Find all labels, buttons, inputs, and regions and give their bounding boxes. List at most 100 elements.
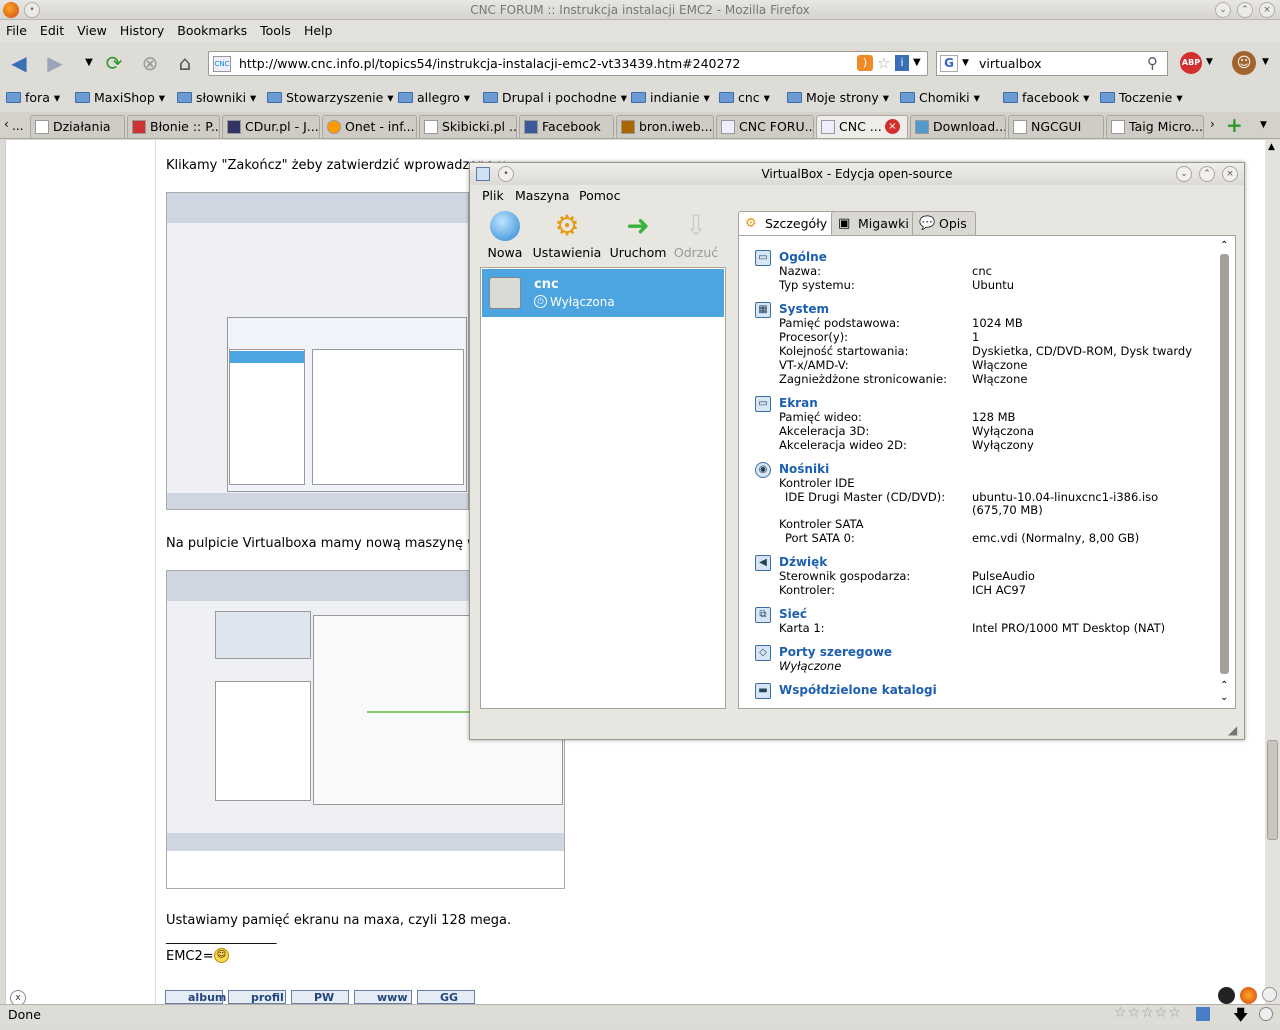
tab-snapshots[interactable]: ▣ Migawki [831, 211, 918, 235]
section-audio[interactable]: Dźwięk [779, 555, 827, 569]
google-icon[interactable]: G [940, 55, 958, 72]
details-scroll-down-icon[interactable]: ⌃ [1220, 680, 1228, 691]
menu-view[interactable]: View [71, 20, 114, 38]
section-serial[interactable]: Porty szeregowe [779, 645, 892, 659]
tab-4[interactable]: Onet - inf... [322, 115, 417, 138]
greasemonkey-dropdown-icon[interactable]: ▼ [1262, 57, 1269, 67]
screenshot-thumbnail-1[interactable] [166, 192, 469, 510]
profile-button[interactable]: profil [228, 990, 286, 1004]
tab-list-icon[interactable]: ▼ [1260, 120, 1267, 130]
pm-button[interactable]: PW [291, 990, 349, 1004]
scrollbar-thumb[interactable] [1267, 740, 1278, 840]
url-dropdown-icon[interactable]: ▼ [913, 57, 921, 68]
menu-bookmarks[interactable]: Bookmarks [171, 20, 254, 38]
bookmark-folder-allegro[interactable]: allegro ▾ [398, 90, 470, 105]
vbox-close-button[interactable]: × [1222, 166, 1238, 182]
tab-6[interactable]: Facebook [519, 115, 614, 138]
search-bar[interactable]: G ▼ virtualbox ⚲ [936, 51, 1168, 76]
tab-7[interactable]: bron.iweb.... [616, 115, 714, 138]
rss-icon[interactable]: ) [857, 55, 873, 71]
virtualbox-window: • VirtualBox - Edycja open-source ⌄ ⌃ × … [469, 162, 1245, 740]
section-storage[interactable]: Nośniki [779, 462, 829, 476]
url-bar[interactable]: CNC http://www.cnc.info.pl/topics54/inst… [208, 51, 928, 76]
bookmark-folder-facebook[interactable]: facebook ▾ [1003, 90, 1089, 105]
signature-text: EMC2= [166, 949, 214, 964]
tab-scroll-right-icon[interactable]: › [1210, 117, 1215, 131]
page-scrollbar[interactable]: ▲ ▼ [1265, 140, 1280, 1004]
tab-active[interactable]: CNC ... × [816, 115, 908, 138]
star-icon[interactable]: ☆ [877, 54, 890, 72]
section-system[interactable]: System [779, 302, 829, 316]
maximize-button[interactable]: ⌃ [1237, 2, 1253, 18]
scroll-up-icon[interactable]: ▲ [1268, 142, 1275, 152]
vbox-menu-machine[interactable]: Maszyna [515, 188, 570, 203]
new-vm-button[interactable]: Nowa [470, 211, 540, 260]
search-icon[interactable]: ⚲ [1147, 54, 1158, 72]
tab-details[interactable]: ⚙ Szczegóły [738, 211, 837, 235]
vm-list[interactable]: cnc ⏻ Wyłączona [480, 267, 726, 709]
minimize-button[interactable]: ⌄ [1215, 2, 1231, 18]
info-icon[interactable]: i [895, 55, 909, 71]
tab-scroll-left-icon[interactable]: ‹ [4, 117, 9, 131]
search-input[interactable]: virtualbox [979, 56, 1042, 71]
tab-8[interactable]: CNC FORU... [716, 115, 814, 138]
www-button[interactable]: www [354, 990, 412, 1004]
bookmark-folder-maxishop[interactable]: MaxiShop ▾ [75, 90, 165, 105]
bookmark-folder-slowniki[interactable]: słowniki ▾ [177, 90, 256, 105]
adblock-dropdown-icon[interactable]: ▼ [1206, 57, 1213, 67]
bookmark-folder-stowarzyszenie[interactable]: Stowarzyszenie ▾ [267, 90, 394, 105]
section-shared-folders[interactable]: Współdzielone katalogi [779, 683, 937, 697]
tab-5[interactable]: Skibicki.pl ... [419, 115, 517, 138]
settings-button[interactable]: ⚙ Ustawienia [532, 211, 602, 261]
home-icon[interactable]: ⌂ [172, 50, 198, 76]
menu-edit[interactable]: Edit [34, 20, 71, 38]
download-arrow-icon[interactable]: 🡇 [1233, 1005, 1248, 1030]
bookmark-folder-drupal[interactable]: Drupal i pochodne ▾ [483, 90, 627, 105]
reload-icon[interactable]: ⟳ [101, 50, 127, 76]
bookmark-folder-toczenie[interactable]: Toczenie ▾ [1100, 90, 1183, 105]
menu-file[interactable]: File [0, 20, 34, 38]
forward-icon[interactable]: ▶ [42, 50, 68, 76]
close-button[interactable]: × [1259, 2, 1275, 18]
section-network[interactable]: Sieć [779, 607, 807, 621]
stop-icon[interactable]: ⊗ [137, 50, 163, 76]
section-general[interactable]: Ogólne [779, 250, 827, 264]
details-scrollbar-thumb[interactable] [1220, 254, 1229, 674]
details-scroll-down-icon-2[interactable]: ⌄ [1220, 692, 1228, 703]
menu-tools[interactable]: Tools [254, 20, 298, 38]
tab-description[interactable]: 💬 Opis [912, 211, 976, 235]
search-engine-dropdown-icon[interactable]: ▼ [962, 58, 969, 68]
tab-close-icon[interactable]: × [885, 119, 900, 134]
history-dropdown-icon[interactable]: ▼ [76, 50, 102, 76]
bookmark-folder-chomiki[interactable]: Chomiki ▾ [900, 90, 980, 105]
menu-help[interactable]: Help [298, 20, 340, 38]
tab-1[interactable]: Działania [30, 115, 125, 138]
menu-history[interactable]: History [114, 20, 171, 38]
tab-11[interactable]: NGCGUI [1008, 115, 1104, 138]
gg-button[interactable]: GG [417, 990, 475, 1004]
details-scrollbar[interactable]: ⌃ ⌃ ⌄ [1217, 240, 1231, 704]
resize-grip-icon[interactable]: ◢ [1228, 723, 1237, 737]
greasemonkey-icon[interactable]: ☺ [1232, 51, 1256, 75]
vbox-minimize-button[interactable]: ⌄ [1176, 166, 1192, 182]
discard-button[interactable]: ⇩ Odrzuć [661, 211, 731, 261]
vbox-maximize-button[interactable]: ⌃ [1199, 166, 1215, 182]
start-arrow-icon: ➜ [626, 209, 650, 242]
tab-10[interactable]: Download... [910, 115, 1006, 138]
tab-3[interactable]: CDur.pl - J... [222, 115, 320, 138]
tab-12[interactable]: Taig Micro... [1106, 115, 1204, 138]
details-scroll-up-icon[interactable]: ⌃ [1220, 240, 1228, 251]
bookmark-folder-indianie[interactable]: indianie ▾ [631, 90, 710, 105]
bookmark-folder-moje-strony[interactable]: Moje strony ▾ [787, 90, 889, 105]
vm-list-item[interactable]: cnc ⏻ Wyłączona [482, 269, 724, 317]
bookmark-folder-fora[interactable]: fora ▾ [6, 90, 60, 105]
section-display[interactable]: Ekran [779, 396, 818, 410]
vbox-menu-file[interactable]: Plik [482, 188, 504, 203]
vbox-menu-help[interactable]: Pomoc [579, 188, 620, 203]
bookmark-folder-cnc[interactable]: cnc ▾ [719, 90, 770, 105]
new-tab-icon[interactable]: + [1226, 113, 1243, 137]
album-button[interactable]: album [165, 990, 226, 1004]
tab-2[interactable]: Błonie :: P... [127, 115, 220, 138]
back-icon[interactable]: ◀ [6, 50, 32, 76]
adblock-icon[interactable]: ABP [1180, 52, 1202, 74]
